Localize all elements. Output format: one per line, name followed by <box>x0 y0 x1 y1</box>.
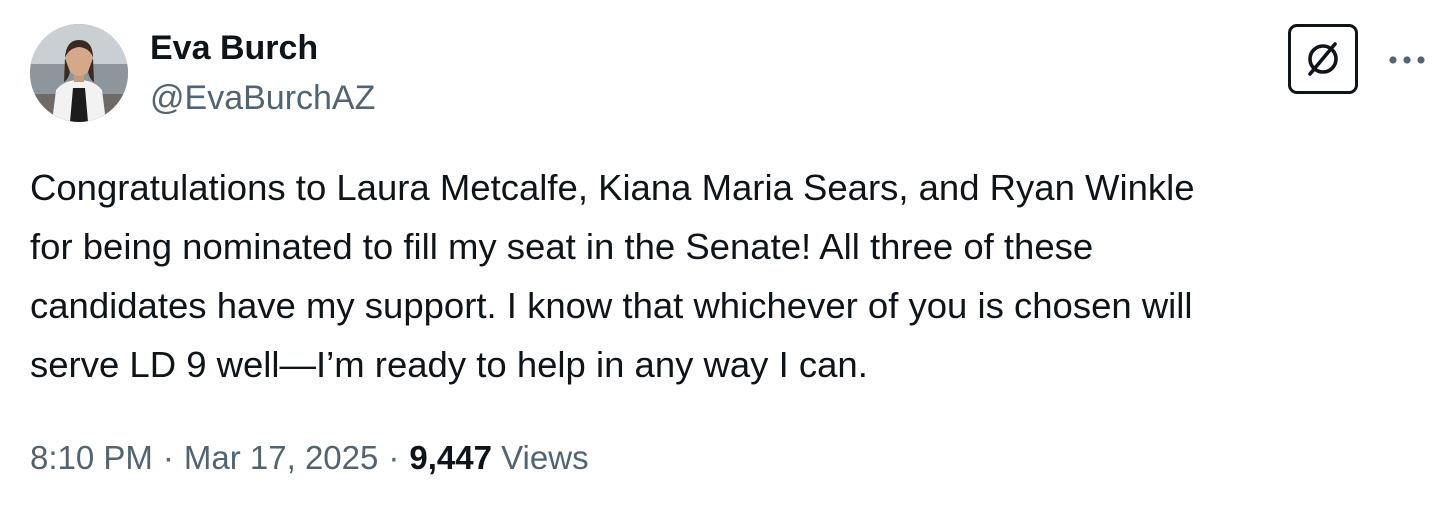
views-count[interactable]: 9,447 <box>409 439 492 476</box>
tweet-text-line: candidates have my support. I know that … <box>30 285 1193 326</box>
tweet-text-line: serve LD 9 well—I’m ready to help in any… <box>30 344 868 385</box>
views-label[interactable]: Views <box>501 439 588 476</box>
avatar-photo <box>30 24 128 122</box>
grok-icon <box>1308 42 1338 76</box>
author-avatar[interactable] <box>30 24 128 122</box>
tweet-text-line: for being nominated to fill my seat in t… <box>30 226 1094 267</box>
tweet-text: Congratulations to Laura Metcalfe, Kiana… <box>30 158 1430 394</box>
author-handle[interactable]: @EvaBurchAZ <box>150 78 375 118</box>
tweet-card: Eva Burch @EvaBurchAZ Congratulations to… <box>0 0 1456 515</box>
more-options-button[interactable] <box>1384 42 1430 78</box>
tweet-meta: 8:10 PM · Mar 17, 2025 · 9,447 Views <box>30 438 589 478</box>
author-name[interactable]: Eva Burch <box>150 28 318 68</box>
tweet-date[interactable]: Mar 17, 2025 <box>184 439 378 476</box>
tweet-time[interactable]: 8:10 PM <box>30 439 153 476</box>
more-dots-icon <box>1389 56 1425 64</box>
meta-separator: · <box>388 439 400 476</box>
tweet-text-line: Congratulations to Laura Metcalfe, Kiana… <box>30 167 1195 208</box>
grok-button[interactable] <box>1288 24 1358 94</box>
meta-separator: · <box>162 439 174 476</box>
